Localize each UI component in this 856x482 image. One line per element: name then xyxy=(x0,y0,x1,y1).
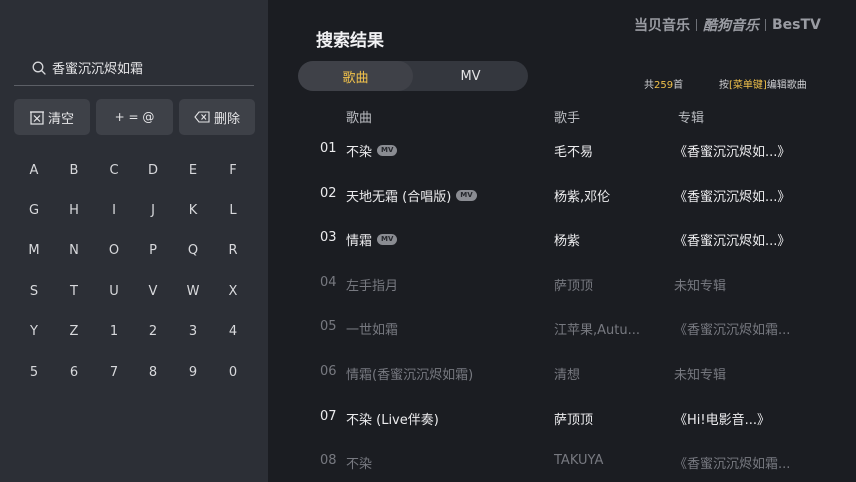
song-title: 不染 xyxy=(346,457,373,472)
key-d[interactable]: D xyxy=(138,158,168,182)
song-album: 《香蜜沉沉烬如...》 xyxy=(674,234,791,249)
song-number: 04 xyxy=(320,275,337,290)
key-e[interactable]: E xyxy=(178,158,208,182)
result-count: 共259首 xyxy=(644,76,683,91)
bestv-logo: BesTV xyxy=(772,17,821,33)
tab-mv[interactable]: MV xyxy=(413,61,528,91)
search-query: 香蜜沉沉烬如霜 xyxy=(52,62,144,77)
song-album: 《香蜜沉沉烬如...》 xyxy=(674,145,791,160)
song-album: 《香蜜沉沉烬如霜... xyxy=(674,457,791,472)
song-title: 不染 xyxy=(346,145,373,160)
symbols-button[interactable]: + = @ xyxy=(96,99,173,135)
song-title: 情霜 xyxy=(346,234,373,249)
song-title-cell: 情霜(香蜜沉沉烬如霜) xyxy=(346,364,473,383)
song-number: 07 xyxy=(320,409,337,424)
song-album: 《香蜜沉沉烬如...》 xyxy=(674,190,791,205)
song-artist: 清想 xyxy=(554,368,581,383)
column-header-song: 歌曲 xyxy=(346,111,373,126)
search-icon xyxy=(32,61,46,75)
song-title-cell: 左手指月 xyxy=(346,275,398,294)
song-row[interactable]: 03 情霜 MV 杨紫 《香蜜沉沉烬如...》 xyxy=(0,230,856,250)
logo-divider xyxy=(765,19,766,31)
song-row[interactable]: 07 不染 (Live伴奏) 萨顶顶 《Hi!电影音...》 xyxy=(0,409,856,429)
hint-prefix: 按 xyxy=(719,80,729,91)
delete-label: 删除 xyxy=(213,111,240,127)
song-album: 《香蜜沉沉烬如霜... xyxy=(674,323,791,338)
key-c[interactable]: C xyxy=(99,158,129,182)
column-header-artist: 歌手 xyxy=(554,111,581,126)
song-artist: 杨紫 xyxy=(554,234,581,249)
trash-icon xyxy=(29,110,44,125)
song-row[interactable]: 02 天地无霜 (合唱版) MV 杨紫,邓伦 《香蜜沉沉烬如...》 xyxy=(0,186,856,206)
search-input[interactable]: 香蜜沉沉烬如霜 xyxy=(14,50,254,86)
song-album: 《Hi!电影音...》 xyxy=(674,413,770,428)
song-album: 未知专辑 xyxy=(674,279,727,294)
count-prefix: 共 xyxy=(644,80,654,91)
song-title-cell: 天地无霜 (合唱版) MV xyxy=(346,186,477,205)
count-value: 259 xyxy=(654,80,674,91)
logo-divider xyxy=(696,19,697,31)
song-row[interactable]: 06 情霜(香蜜沉沉烬如霜) 清想 未知专辑 xyxy=(0,364,856,384)
song-title: 左手指月 xyxy=(346,279,399,294)
song-number: 03 xyxy=(320,230,337,245)
song-title: 一世如霜 xyxy=(346,323,399,338)
song-row[interactable]: 05 一世如霜 江苹果,Autu... 《香蜜沉沉烬如霜... xyxy=(0,319,856,339)
song-number: 05 xyxy=(320,319,337,334)
count-suffix: 首 xyxy=(673,80,684,91)
song-artist: 毛不易 xyxy=(554,145,594,160)
clear-button[interactable]: 清空 xyxy=(14,99,90,135)
key-b[interactable]: B xyxy=(59,158,89,182)
song-title-cell: 不染 xyxy=(346,453,372,472)
song-artist: TAKUYA xyxy=(554,453,604,468)
result-tabs: 歌曲 MV xyxy=(298,61,528,91)
symbols-label: + = @ xyxy=(114,110,155,124)
song-number: 01 xyxy=(320,141,337,156)
song-artist: 萨顶顶 xyxy=(554,279,594,294)
song-title: 天地无霜 (合唱版) xyxy=(346,190,452,205)
song-title-cell: 不染 MV xyxy=(346,141,398,160)
song-number: 02 xyxy=(320,186,337,201)
hint-key: [菜单键] xyxy=(729,80,767,91)
column-header-album: 专辑 xyxy=(678,111,705,126)
song-row[interactable]: 04 左手指月 萨顶顶 未知专辑 xyxy=(0,275,856,295)
backspace-icon xyxy=(194,111,210,123)
hint-suffix: 编辑歌曲 xyxy=(766,80,807,91)
key-f[interactable]: F xyxy=(218,158,248,182)
song-artist: 萨顶顶 xyxy=(554,413,594,428)
song-number: 06 xyxy=(320,364,337,379)
song-title: 不染 (Live伴奏) xyxy=(346,413,439,428)
delete-button[interactable]: 删除 xyxy=(179,99,255,135)
mv-badge: MV xyxy=(377,234,398,245)
menu-hint: 按[菜单键]编辑歌曲 xyxy=(719,76,807,91)
song-row[interactable]: 01 不染 MV 毛不易 《香蜜沉沉烬如...》 xyxy=(0,141,856,161)
song-title-cell: 情霜 MV xyxy=(346,230,398,249)
clear-label: 清空 xyxy=(47,111,74,127)
page-title: 搜索结果 xyxy=(316,31,384,51)
tab-songs[interactable]: 歌曲 xyxy=(298,61,413,91)
song-row[interactable]: 08 不染 TAKUYA 《香蜜沉沉烬如霜... xyxy=(0,453,856,473)
dangbei-logo: 当贝音乐 xyxy=(634,18,690,34)
song-artist: 杨紫,邓伦 xyxy=(554,190,611,205)
song-title: 情霜(香蜜沉沉烬如霜) xyxy=(346,368,474,383)
song-title-cell: 一世如霜 xyxy=(346,319,398,338)
song-album: 未知专辑 xyxy=(674,368,727,383)
mv-badge: MV xyxy=(456,190,477,201)
mv-badge: MV xyxy=(377,145,398,156)
kugou-logo: 酷狗音乐 xyxy=(703,18,759,34)
key-a[interactable]: A xyxy=(19,158,49,182)
song-artist: 江苹果,Autu... xyxy=(554,323,640,338)
song-title-cell: 不染 (Live伴奏) xyxy=(346,409,439,428)
brand-logos: 当贝音乐 酷狗音乐 BesTV xyxy=(634,15,821,35)
song-number: 08 xyxy=(320,453,337,468)
